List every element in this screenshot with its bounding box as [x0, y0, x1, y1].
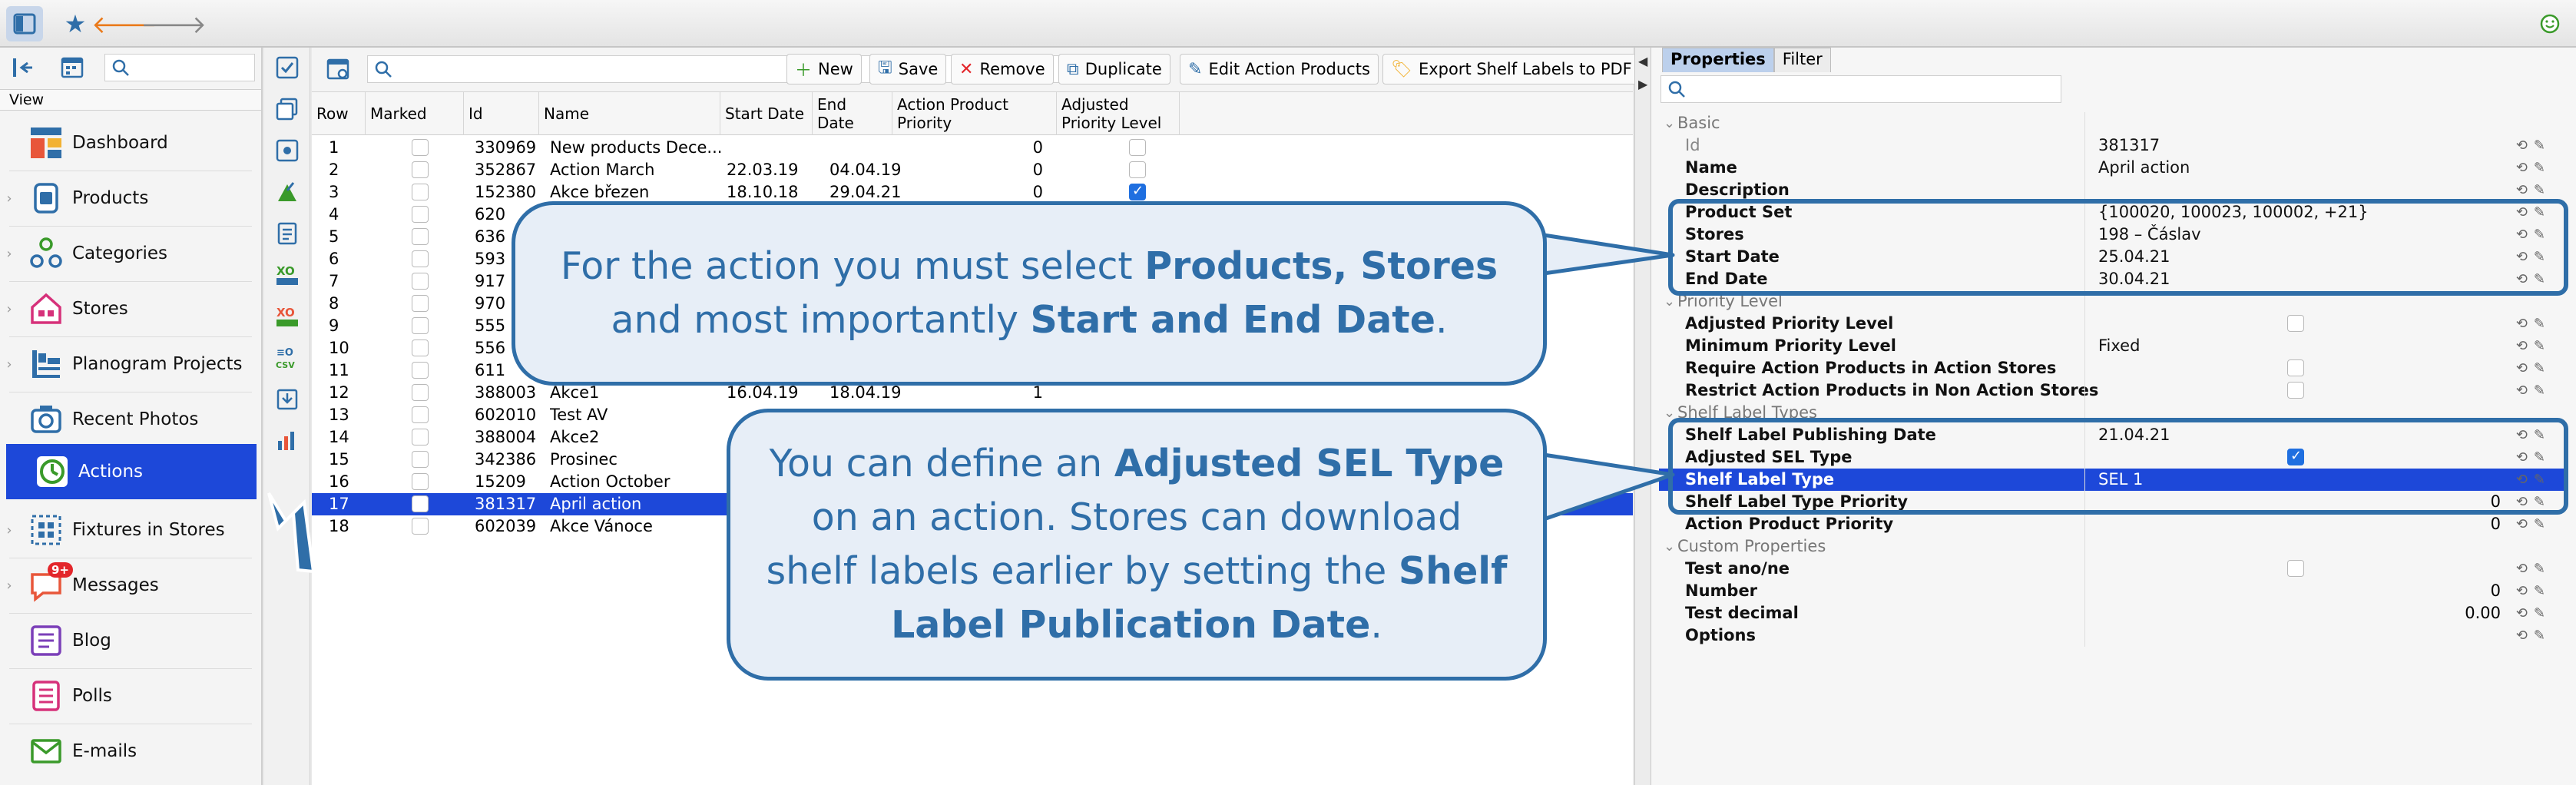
callout-text-required: For the action you must select Products,… — [560, 244, 1498, 342]
callout-shelf-labels: You can define an Adjusted SEL Type on a… — [727, 409, 1547, 681]
cursor-arrow-icon — [267, 492, 316, 574]
callout-text-shelf-labels: You can define an Adjusted SEL Type on a… — [766, 442, 1508, 647]
callout-required-fields: For the action you must select Products,… — [512, 201, 1547, 386]
